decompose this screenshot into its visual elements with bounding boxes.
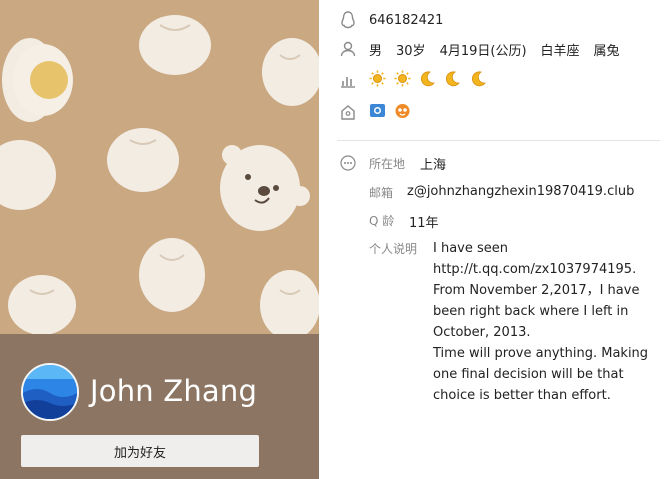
house-icon	[339, 103, 357, 121]
zodiac: 属兔	[593, 43, 620, 59]
profile-basics: 男 30岁 4月19日(公历) 白羊座 属兔	[369, 40, 634, 59]
bio-line: Time will prove anything. Making one fin…	[433, 346, 649, 403]
service-icons	[369, 102, 415, 123]
bio-text: I have seen http://t.qq.com/zx1037974195…	[433, 238, 665, 406]
qage-value: 11年	[409, 216, 439, 231]
location-value: 上海	[420, 158, 447, 173]
add-friend-button[interactable]: 加为好友	[21, 435, 259, 467]
profile-cover-panel: John Zhang 加为好友	[0, 0, 319, 479]
avatar[interactable]	[21, 363, 79, 421]
constellation: 白羊座	[540, 43, 580, 59]
email-label: 邮箱	[369, 186, 394, 200]
moon-icon	[419, 70, 436, 91]
moon-icon	[444, 70, 461, 91]
profile-info-panel: 646182421 男 30岁 4月19日(公历) 白羊座 属兔 所在地 上海 …	[319, 0, 668, 479]
qq-pet-icon[interactable]	[394, 102, 411, 123]
qzone-photo-icon[interactable]	[369, 102, 386, 123]
level-icons[interactable]	[369, 70, 491, 91]
birthday: 4月19日(公历)	[439, 43, 527, 59]
moon-icon	[470, 70, 487, 91]
sun-icon	[369, 70, 386, 91]
email-value[interactable]: z@johnzhangzhexin19870419.club	[407, 184, 634, 199]
nickname: John Zhang	[90, 374, 258, 408]
qage-label: Q 龄	[369, 214, 395, 228]
bio-line: From November 2,2017，I have been right b…	[433, 283, 640, 340]
bio-label: 个人说明	[369, 242, 418, 256]
user-icon	[339, 40, 357, 58]
sun-icon	[394, 70, 411, 91]
level-chart-icon	[339, 71, 357, 89]
more-icon[interactable]	[339, 154, 357, 172]
location-label: 所在地	[369, 157, 406, 171]
age: 30岁	[396, 43, 426, 59]
bio-line: I have seen http://t.qq.com/zx1037974195…	[433, 241, 637, 277]
gender: 男	[369, 43, 383, 59]
qq-number: 646182421	[369, 12, 444, 28]
penguin-icon	[339, 11, 357, 29]
divider	[337, 140, 660, 141]
